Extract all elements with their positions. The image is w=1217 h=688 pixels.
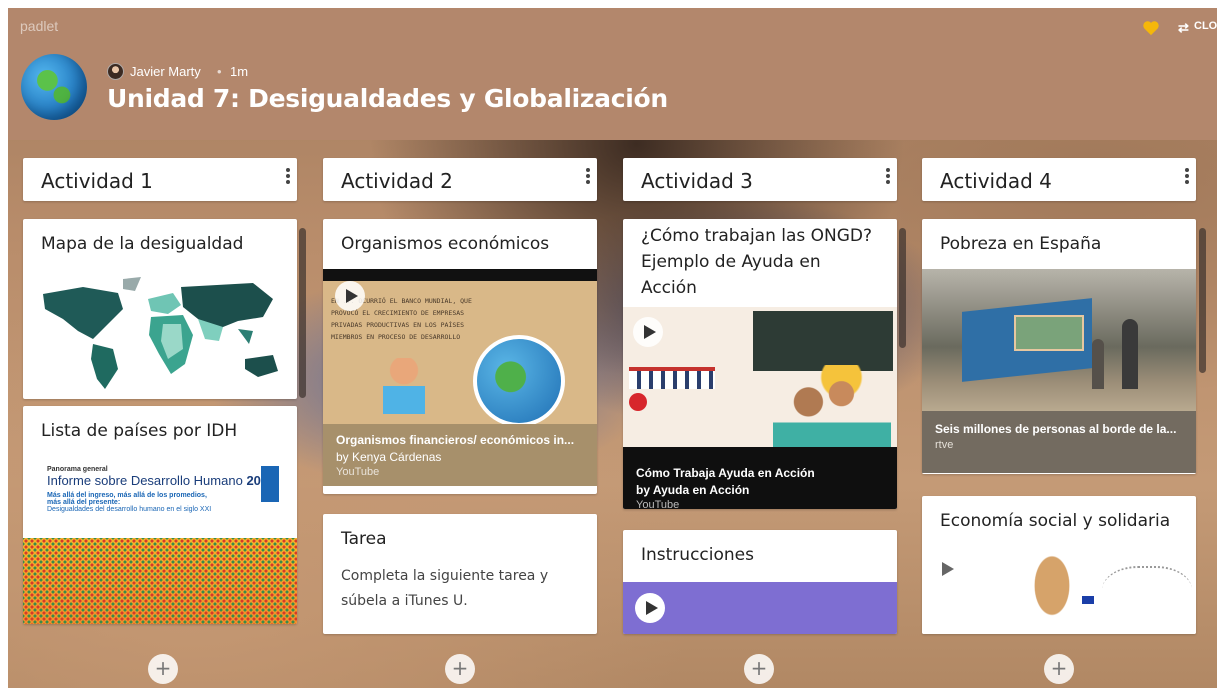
post-card[interactable]: Tarea Completa la siguiente tarea y súbe… [323,514,597,634]
play-icon[interactable] [635,593,665,623]
scrollbar[interactable] [899,228,906,348]
video-author: by Ayuda en Acción [636,483,750,497]
column-header: Actividad 2 [323,158,597,201]
link-title[interactable]: Seis millones de personas al borde de la… [935,421,1183,438]
post-title: Mapa de la desigualdad [41,234,244,254]
board-header: padlet ⇄ CLO Javier Marty • 1m Unidad 7:… [8,8,1217,140]
add-post-button[interactable]: + [744,654,774,684]
video-title[interactable]: Cómo Trabaja Ayuda en Acción [636,465,884,482]
video-thumbnail[interactable]: En ... ocurrió el Banco Mundial, que pro… [323,269,597,424]
report-line1: Más allá del ingreso, más allá de los pr… [47,492,207,499]
play-triangle-icon[interactable] [942,562,954,576]
post-card[interactable]: Pobreza en España Seis millones de perso… [922,219,1196,474]
avatar [107,63,124,80]
add-post-button[interactable]: + [1044,654,1074,684]
post-time: 1m [230,64,249,79]
report-line2: más allá del presente: [47,499,121,506]
separator-dot: • [217,64,222,79]
report-heading: Informe sobre Desarrollo Humano [47,473,243,488]
video-source: YouTube [336,466,380,478]
flag-icon [1082,596,1094,604]
column-title: Actividad 3 [641,169,753,193]
post-title: Lista de países por IDH [41,421,238,441]
kebab-menu-icon[interactable] [285,166,291,188]
column-header: Actividad 4 [922,158,1196,201]
post-card[interactable]: Instrucciones [623,530,897,634]
report-line3: Desigualdades del desarrollo humano en e… [47,506,212,513]
column-title: Actividad 2 [341,169,453,193]
logo-badge [629,393,647,411]
globe-icon [21,54,87,120]
hand-drawing-image [1022,552,1082,634]
family-illustration [773,365,891,447]
post-title: Instrucciones [641,545,754,565]
chalkboard-image [753,311,893,371]
post-card[interactable]: Mapa de la desigualdad [23,219,297,399]
post-title: ¿Cómo trabajan las ONGD? Ejemplo de Ayud… [641,226,873,298]
brand-logo[interactable]: padlet [20,18,58,34]
column-actividad-2: Actividad 2 Organismos económicos En ...… [323,158,597,634]
post-card[interactable]: Organismos económicos En ... ocurrió el … [323,219,597,494]
post-title: Pobreza en España [940,234,1102,254]
link-source: rtve [935,439,954,451]
video-author: by Kenya Cárdenas [336,450,442,464]
mural-image [1014,315,1084,351]
post-body: Completa la siguiente tarea y súbela a i… [341,568,549,609]
post-title: Organismos económicos [341,234,550,254]
cartoon-figure [383,358,425,414]
kebab-menu-icon[interactable] [885,166,891,188]
report-dots-image [23,538,297,624]
sketch-image [1102,566,1192,626]
play-icon[interactable] [335,281,365,311]
remake-button[interactable]: CLO [1194,20,1217,32]
kebab-menu-icon[interactable] [585,166,591,188]
building-image [629,367,715,389]
person-figure [1092,339,1104,389]
news-photo[interactable] [922,269,1196,411]
column-title: Actividad 1 [41,169,153,193]
person-figure [1122,319,1138,389]
report-kicker: Panorama general [47,466,108,473]
link-meta: Seis millones de personas al borde de la… [922,411,1196,473]
kebab-menu-icon[interactable] [1184,166,1190,188]
video-thumbnail[interactable] [623,307,897,447]
author-name[interactable]: Javier Marty [130,64,201,79]
column-actividad-4: Actividad 4 Pobreza en España Seis millo… [922,158,1206,634]
scrollbar[interactable] [1199,228,1206,373]
column-actividad-1: Actividad 1 Mapa de la desigualdad Lista… [23,158,306,624]
video-meta: Organismos financieros/ económicos in...… [323,424,597,486]
page-title: Unidad 7: Desigualdades y Globalización [107,84,668,113]
column-title: Actividad 4 [940,169,1052,193]
audio-player[interactable] [623,582,897,634]
video-thumbnail[interactable] [922,546,1196,634]
post-card[interactable]: Economía social y solidaria [922,496,1196,634]
column-header: Actividad 1 [23,158,297,201]
video-source: YouTube [636,499,680,509]
post-title: Economía social y solidaria [940,511,1171,531]
add-post-button[interactable]: + [445,654,475,684]
heart-icon[interactable] [1142,20,1160,36]
column-header: Actividad 3 [623,158,897,201]
add-post-button[interactable]: + [148,654,178,684]
report-cover: Panorama general Informe sobre Desarroll… [23,456,297,540]
globe-icon [473,335,565,424]
remake-icon[interactable]: ⇄ [1178,20,1189,36]
column-actividad-3: Actividad 3 ¿Cómo trabajan las ONGD? Eje… [623,158,906,634]
video-title[interactable]: Organismos financieros/ económicos in... [336,432,584,449]
world-map-image [23,269,297,394]
post-card[interactable]: ¿Cómo trabajan las ONGD? Ejemplo de Ayud… [623,219,897,509]
undp-logo-icon [261,466,279,502]
post-title: Tarea [341,529,387,549]
padlet-board: padlet ⇄ CLO Javier Marty • 1m Unidad 7:… [8,8,1217,688]
scrollbar[interactable] [299,228,306,398]
video-meta: Cómo Trabaja Ayuda en Acción by Ayuda en… [623,447,897,509]
post-card[interactable]: Lista de países por IDH Panorama general… [23,406,297,624]
play-icon[interactable] [633,317,663,347]
